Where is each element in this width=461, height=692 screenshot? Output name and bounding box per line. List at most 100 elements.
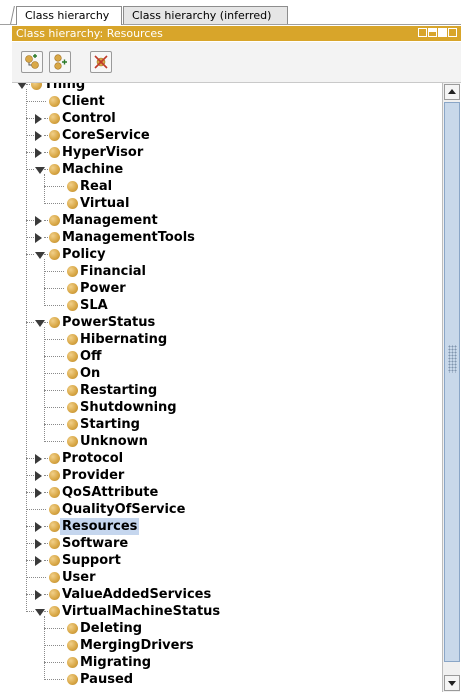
class-label[interactable]: Software — [60, 535, 130, 552]
class-label[interactable]: User — [60, 569, 98, 586]
tree-row[interactable]: User — [12, 569, 442, 586]
class-icon — [67, 436, 78, 447]
tree-row[interactable]: Management — [12, 212, 442, 229]
delete-class-button[interactable] — [90, 51, 112, 73]
add-subclass-button[interactable] — [21, 51, 43, 73]
class-label[interactable]: Deleting — [78, 620, 144, 637]
tree-row[interactable]: Machine — [12, 161, 442, 178]
maximize-icon[interactable] — [438, 28, 447, 37]
expand-arrow-icon[interactable] — [35, 556, 42, 566]
tree-row[interactable]: Support — [12, 552, 442, 569]
expand-arrow-icon[interactable] — [35, 539, 42, 549]
class-label[interactable]: Client — [60, 93, 107, 110]
expand-arrow-icon[interactable] — [35, 114, 42, 124]
class-label[interactable]: Starting — [78, 416, 142, 433]
scroll-down-button[interactable] — [444, 675, 460, 691]
tree-row[interactable]: On — [12, 365, 442, 382]
expand-arrow-icon[interactable] — [35, 131, 42, 141]
expand-arrow-icon[interactable] — [35, 233, 42, 243]
tree-connector — [26, 101, 46, 102]
expand-arrow-icon[interactable] — [35, 148, 42, 158]
class-label[interactable]: Support — [60, 552, 123, 569]
expand-arrow-icon[interactable] — [35, 471, 42, 481]
class-label[interactable]: ManagementTools — [60, 229, 197, 246]
tree-row[interactable]: Financial — [12, 263, 442, 280]
class-label[interactable]: Real — [78, 178, 114, 195]
close-icon[interactable] — [448, 28, 457, 37]
tree-row[interactable]: Unknown — [12, 433, 442, 450]
tree-row[interactable]: Starting — [12, 416, 442, 433]
tree-row[interactable]: Power — [12, 280, 442, 297]
class-label[interactable]: Power — [78, 280, 128, 297]
tree-row[interactable]: ManagementTools — [12, 229, 442, 246]
class-label[interactable]: Paused — [78, 671, 135, 688]
tree-row[interactable]: Provider — [12, 467, 442, 484]
class-label[interactable]: SLA — [78, 297, 110, 314]
tree-row[interactable]: Thing — [12, 83, 442, 93]
tree-row[interactable]: Policy — [12, 246, 442, 263]
tree-row[interactable]: Paused — [12, 671, 442, 688]
class-label[interactable]: ValueAddedServices — [60, 586, 213, 603]
tree-row[interactable]: MergingDrivers — [12, 637, 442, 654]
tree-row[interactable]: Virtual — [12, 195, 442, 212]
tree-row[interactable]: Resources — [12, 518, 442, 535]
tab-class-hierarchy[interactable]: Class hierarchy — [16, 6, 122, 25]
tree-row[interactable]: SLA — [12, 297, 442, 314]
class-label[interactable]: Off — [78, 348, 104, 365]
class-label[interactable]: QoSAttribute — [60, 484, 160, 501]
tree-row[interactable]: PowerStatus — [12, 314, 442, 331]
class-label[interactable]: Provider — [60, 467, 126, 484]
class-label[interactable]: CoreService — [60, 127, 152, 144]
class-label[interactable]: Shutdowning — [78, 399, 179, 416]
class-label[interactable]: Restarting — [78, 382, 159, 399]
minimize-icon[interactable] — [428, 28, 437, 37]
class-label[interactable]: Control — [60, 110, 118, 127]
class-label[interactable]: Virtual — [78, 195, 131, 212]
expand-arrow-icon[interactable] — [35, 590, 42, 600]
class-label[interactable]: HyperVisor — [60, 144, 145, 161]
class-label[interactable]: Thing — [42, 83, 87, 93]
tree-row[interactable]: Deleting — [12, 620, 442, 637]
class-label[interactable]: Financial — [78, 263, 148, 280]
tree-row[interactable]: Control — [12, 110, 442, 127]
scroll-thumb[interactable] — [444, 102, 460, 662]
class-label[interactable]: Migrating — [78, 654, 153, 671]
expand-arrow-icon[interactable] — [35, 216, 42, 226]
tree-row[interactable]: VirtualMachineStatus — [12, 603, 442, 620]
class-tree[interactable]: Thing Client Control CoreService HyperVisor M… — [12, 83, 442, 692]
class-label[interactable]: Management — [60, 212, 160, 229]
tree-row[interactable]: ValueAddedServices — [12, 586, 442, 603]
tree-row[interactable]: CoreService — [12, 127, 442, 144]
class-label[interactable]: Policy — [60, 246, 108, 263]
restore-icon[interactable] — [418, 28, 427, 37]
class-label[interactable]: PowerStatus — [60, 314, 157, 331]
class-label[interactable]: QualityOfService — [60, 501, 187, 518]
add-sibling-class-button[interactable] — [49, 51, 71, 73]
expand-arrow-icon[interactable] — [35, 488, 42, 498]
tree-row[interactable]: Hibernating — [12, 331, 442, 348]
expand-arrow-icon[interactable] — [35, 522, 42, 532]
class-label[interactable]: Protocol — [60, 450, 125, 467]
tree-row[interactable]: Client — [12, 93, 442, 110]
tree-row[interactable]: HyperVisor — [12, 144, 442, 161]
class-label[interactable]: Hibernating — [78, 331, 169, 348]
tree-row[interactable]: Migrating — [12, 654, 442, 671]
tab-class-hierarchy-inferred[interactable]: Class hierarchy (inferred) — [123, 6, 288, 24]
tree-row[interactable]: Software — [12, 535, 442, 552]
tree-row[interactable]: QualityOfService — [12, 501, 442, 518]
class-label[interactable]: Resources — [60, 518, 140, 535]
scroll-up-button[interactable] — [444, 84, 460, 100]
class-label[interactable]: Unknown — [78, 433, 150, 450]
class-label[interactable]: MergingDrivers — [78, 637, 196, 654]
tree-row[interactable]: QoSAttribute — [12, 484, 442, 501]
tree-row[interactable]: Shutdowning — [12, 399, 442, 416]
vertical-scrollbar[interactable] — [442, 83, 460, 692]
tree-row[interactable]: Off — [12, 348, 442, 365]
class-label[interactable]: Machine — [60, 161, 125, 178]
tree-row[interactable]: Real — [12, 178, 442, 195]
tree-row[interactable]: Restarting — [12, 382, 442, 399]
class-label[interactable]: VirtualMachineStatus — [60, 603, 222, 620]
expand-arrow-icon[interactable] — [35, 454, 42, 464]
tree-row[interactable]: Protocol — [12, 450, 442, 467]
class-label[interactable]: On — [78, 365, 102, 382]
